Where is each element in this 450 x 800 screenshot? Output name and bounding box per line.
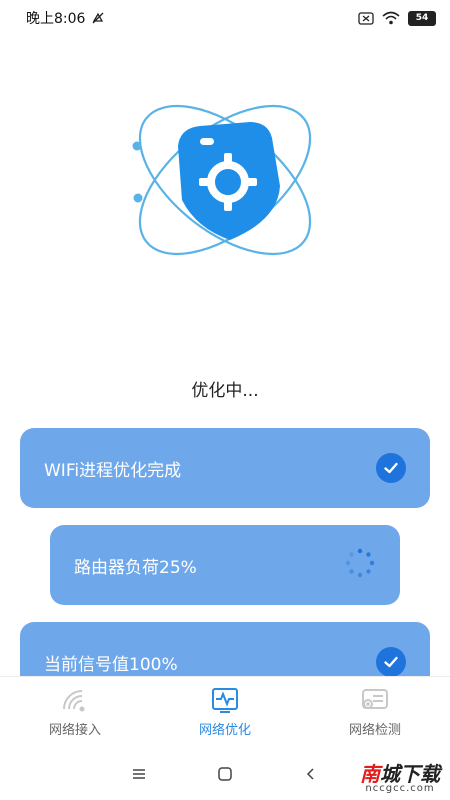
wifi-icon — [382, 11, 400, 25]
nav-label: 网络接入 — [48, 722, 101, 738]
detect-icon — [362, 688, 388, 709]
wifi-signal-icon — [63, 689, 85, 711]
watermark-subtitle: nccgcc.com — [365, 783, 435, 794]
shield-gear-icon — [132, 104, 312, 256]
optimization-illustration — [110, 90, 340, 270]
nav-label: 网络优化 — [198, 722, 251, 738]
nav-item-network-access[interactable]: 网络接入 — [0, 677, 150, 747]
mute-notification-icon — [92, 12, 104, 24]
status-time: 晚上8:06 — [26, 11, 86, 27]
status-bar: 晚上8:06 54 — [0, 0, 450, 36]
watermark-logo: 南城下载 nccgcc.com — [360, 764, 440, 794]
loading-spinner-icon — [344, 547, 376, 584]
nav-item-network-detect[interactable]: 网络检测 — [300, 677, 450, 747]
bottom-navigation: 网络接入 网络优化 网络检测 — [0, 676, 450, 747]
home-icon[interactable] — [217, 766, 233, 782]
nav-item-network-optimize[interactable]: 网络优化 — [150, 677, 300, 747]
optimizing-status-text: 优化中... — [191, 381, 259, 401]
task-card-router-load: 路由器负荷25% — [50, 525, 400, 605]
back-icon[interactable] — [303, 766, 319, 782]
task-label: WIFi进程优化完成 — [44, 460, 182, 481]
menu-icon[interactable] — [131, 767, 147, 781]
task-card-wifi-process: WIFi进程优化完成 — [20, 428, 430, 508]
check-circle-icon — [376, 647, 406, 677]
nav-label: 网络检测 — [348, 722, 401, 738]
task-label: 当前信号值100% — [44, 654, 178, 675]
optimize-icon — [212, 687, 238, 713]
check-circle-icon — [376, 453, 406, 483]
battery-indicator: 54 — [408, 10, 436, 26]
sim-icon — [358, 11, 374, 25]
task-label: 路由器负荷25% — [74, 557, 197, 578]
